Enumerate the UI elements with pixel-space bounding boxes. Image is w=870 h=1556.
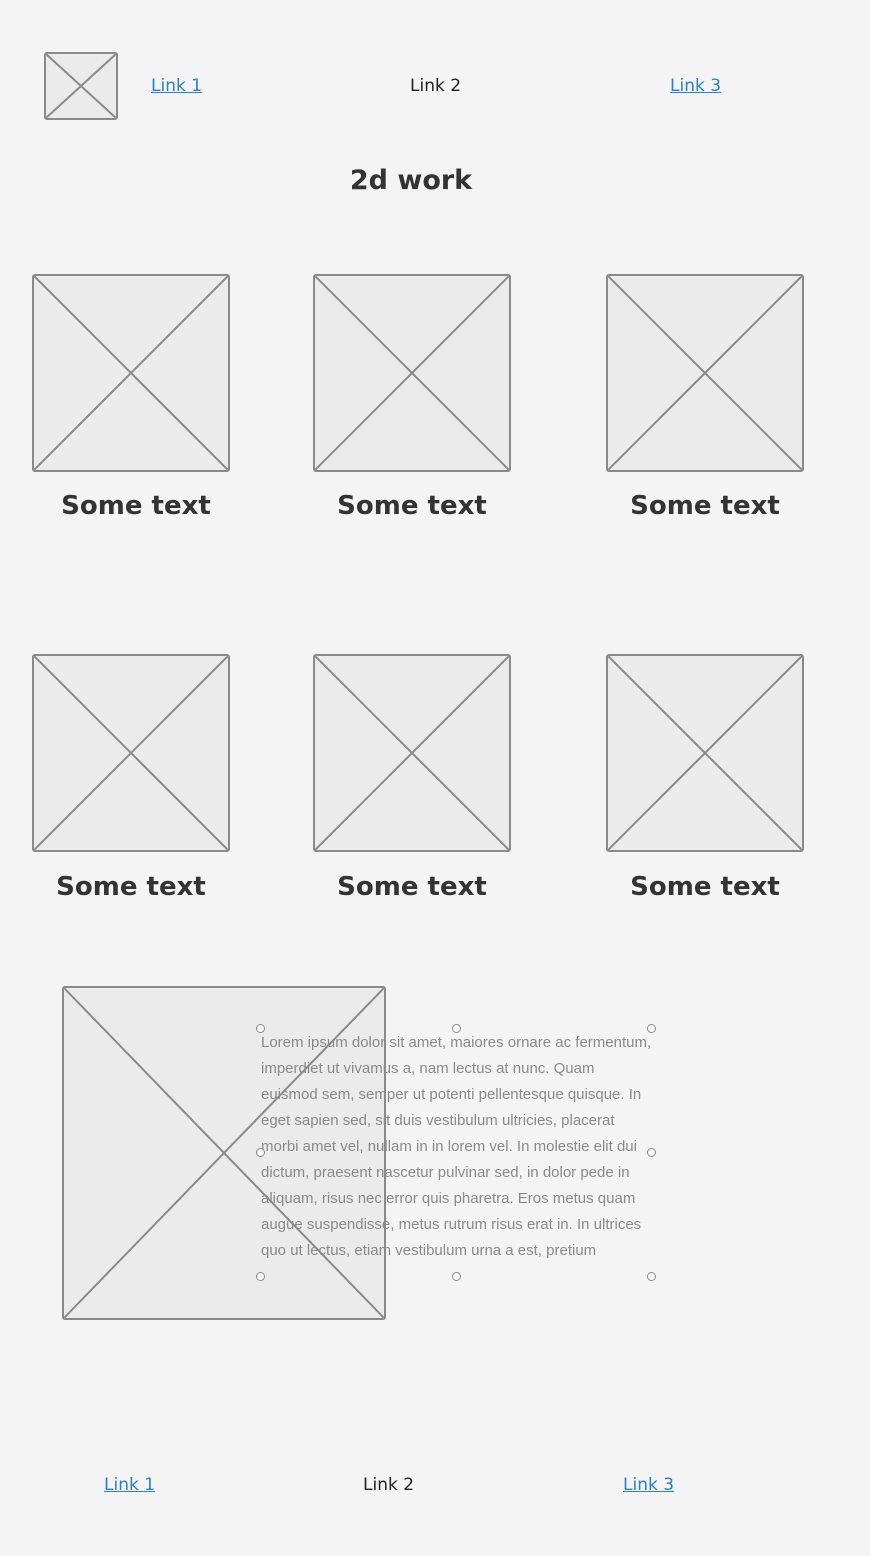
resize-handle-icon[interactable] [256, 1272, 265, 1281]
image-placeholder-icon[interactable] [606, 654, 804, 852]
nav-link-2[interactable]: Link 2 [410, 76, 461, 96]
image-placeholder-icon[interactable] [313, 274, 511, 472]
image-placeholder-icon[interactable] [32, 654, 230, 852]
resize-handle-icon[interactable] [647, 1148, 656, 1157]
resize-handle-icon[interactable] [647, 1024, 656, 1033]
logo-placeholder-icon [44, 52, 118, 120]
resize-handle-icon[interactable] [256, 1148, 265, 1157]
image-placeholder-icon[interactable] [313, 654, 511, 852]
feature-text[interactable]: Lorem ipsum dolor sit amet, maiores orna… [261, 1030, 652, 1276]
resize-handle-icon[interactable] [452, 1024, 461, 1033]
nav-link-3[interactable]: Link 3 [670, 76, 721, 96]
gallery-caption: Some text [337, 491, 487, 521]
gallery-caption: Some text [630, 872, 780, 902]
footer-link-1[interactable]: Link 1 [104, 1475, 155, 1495]
gallery-caption: Some text [630, 491, 780, 521]
image-placeholder-icon[interactable] [606, 274, 804, 472]
footer-link-3[interactable]: Link 3 [623, 1475, 674, 1495]
gallery-caption: Some text [61, 491, 211, 521]
resize-handle-icon[interactable] [647, 1272, 656, 1281]
resize-handle-icon[interactable] [452, 1272, 461, 1281]
footer-link-2[interactable]: Link 2 [363, 1475, 414, 1495]
page-title: 2d work [349, 165, 473, 196]
image-placeholder-icon[interactable] [32, 274, 230, 472]
resize-handle-icon[interactable] [256, 1024, 265, 1033]
gallery-caption: Some text [337, 872, 487, 902]
gallery-caption: Some text [56, 872, 206, 902]
nav-link-1[interactable]: Link 1 [151, 76, 202, 96]
